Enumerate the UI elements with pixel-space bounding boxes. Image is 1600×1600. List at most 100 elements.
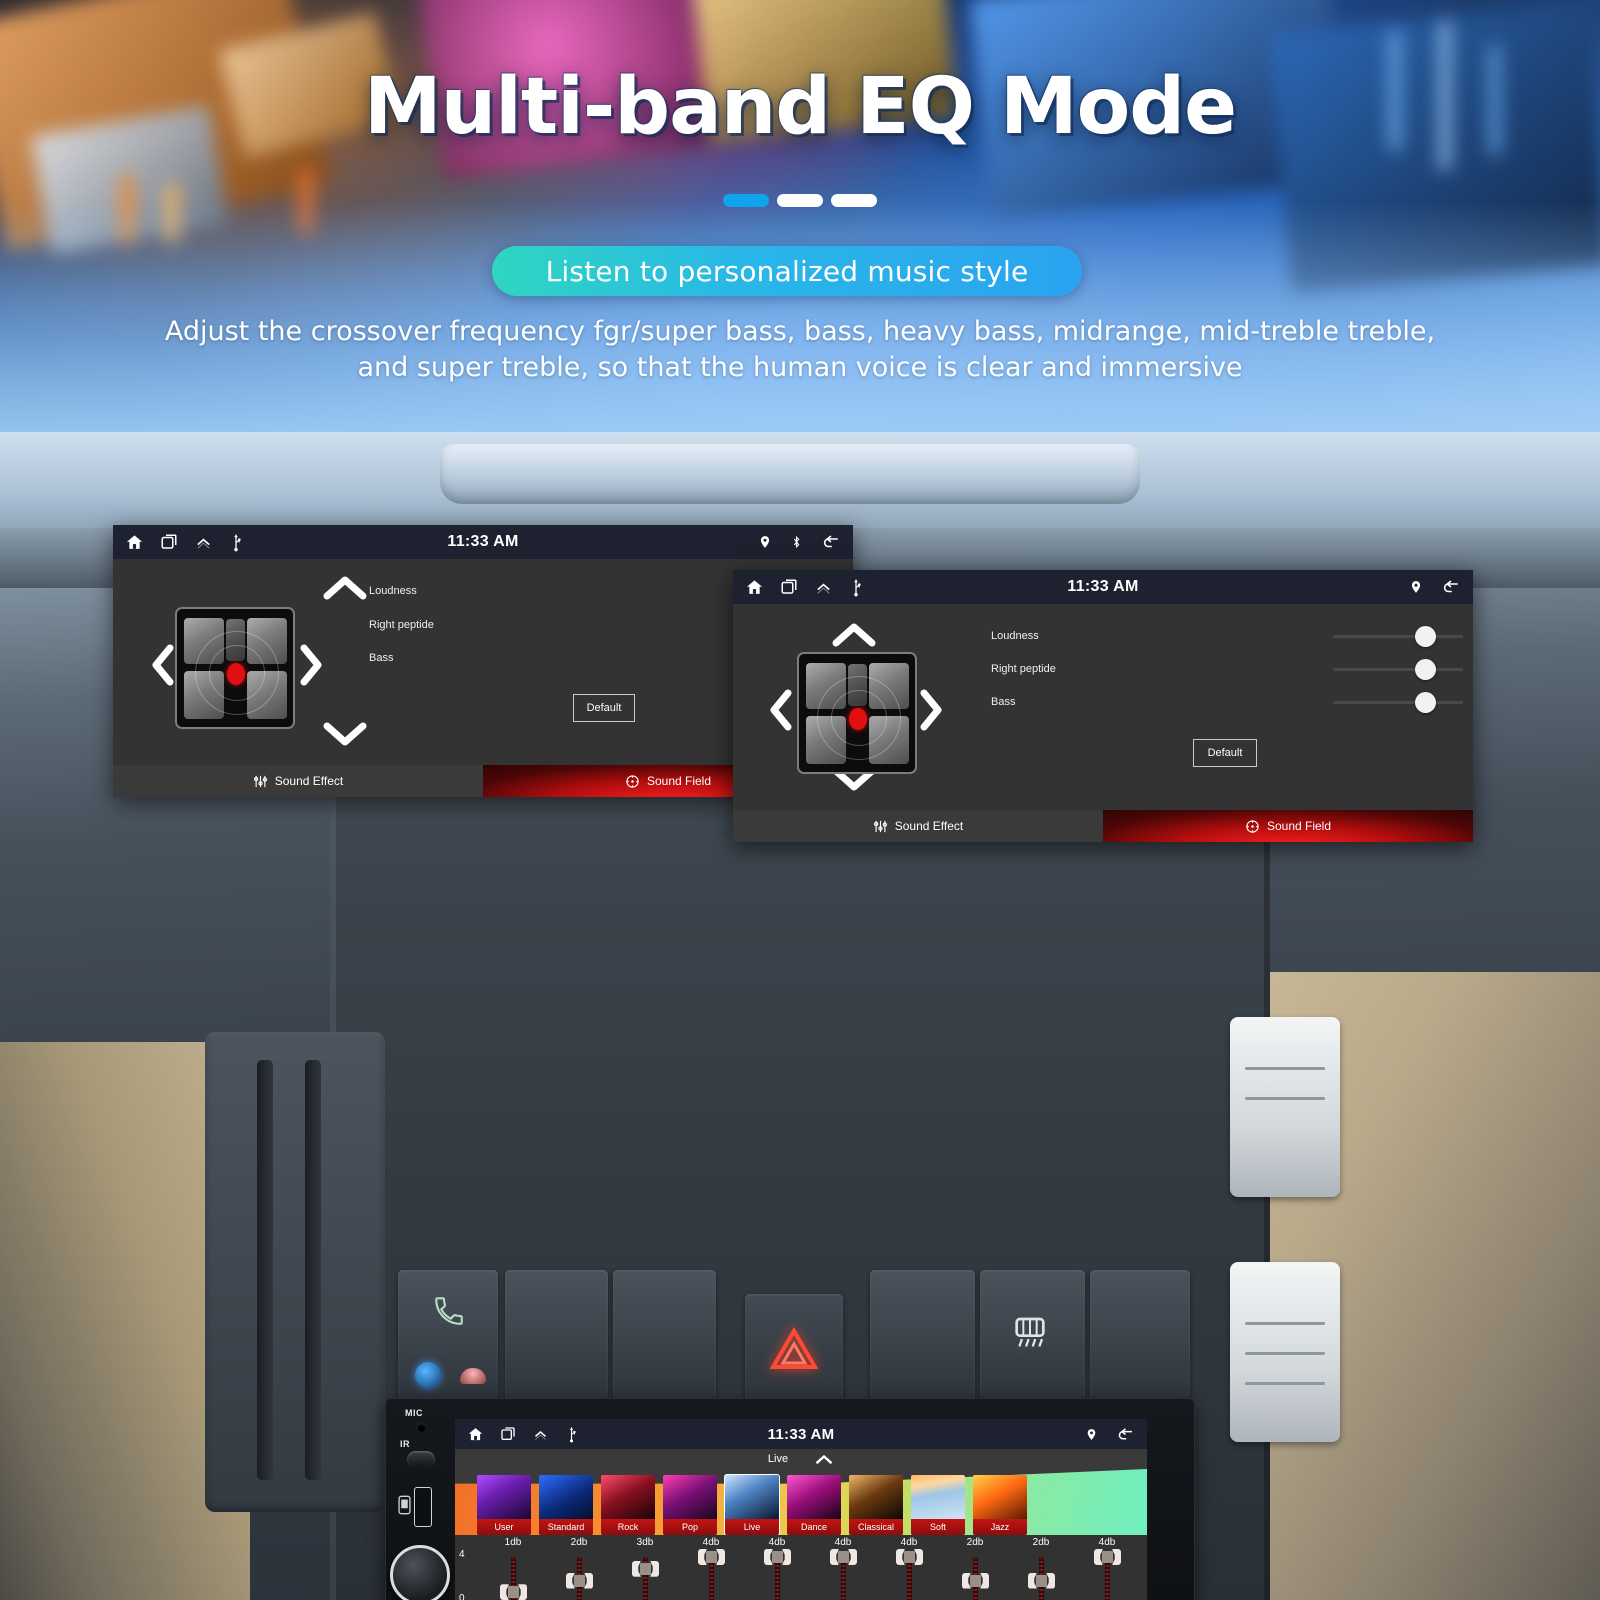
banner-description: Adjust the crossover frequency fgr/super… [150, 314, 1450, 386]
eq-preset-label: User [477, 1519, 531, 1535]
back-arrow-icon[interactable] [1441, 578, 1461, 596]
slider-knob-bass[interactable] [1415, 692, 1436, 713]
eq-band-60[interactable]: 1db [480, 1535, 546, 1600]
eq-preset-thumbnail [539, 1475, 593, 1519]
eq-preset-strip[interactable]: User Standard Rock Pop Live Dance Classical Sof… [455, 1469, 1147, 1535]
dash-button-blank-1[interactable] [505, 1270, 608, 1400]
hazard-lights-button[interactable] [745, 1294, 843, 1404]
volume-knob[interactable] [390, 1545, 450, 1600]
slider-knob-loudness[interactable] [1415, 626, 1436, 647]
status-bar-right-icons[interactable] [1085, 1426, 1135, 1443]
sound-field-up-arrow[interactable] [320, 571, 370, 605]
dash-center-vent [440, 444, 1140, 504]
eq-band-handle[interactable] [1028, 1572, 1055, 1589]
back-arrow-icon[interactable] [821, 533, 841, 551]
eq-preset-soft[interactable]: Soft [911, 1475, 965, 1535]
eq-band-handle[interactable] [698, 1549, 725, 1565]
eq-preset-dance[interactable]: Dance [787, 1475, 841, 1535]
sound-field-right-arrow[interactable] [915, 688, 947, 732]
eq-preset-label: Pop [663, 1519, 717, 1535]
location-pin-icon[interactable] [1409, 578, 1423, 596]
sound-field-down-arrow[interactable] [320, 717, 370, 751]
listening-position-marker[interactable] [849, 708, 867, 730]
eq-band-value: 2db [966, 1537, 984, 1548]
mic-hole [417, 1423, 426, 1432]
eq-band-handle[interactable] [566, 1572, 593, 1589]
eq-preset-user[interactable]: User [477, 1475, 531, 1535]
cabin-seat-map[interactable] [175, 607, 295, 729]
tab-sound-field-label: Sound Field [1266, 819, 1332, 833]
tab-sound-effect-label: Sound Effect [894, 819, 964, 833]
eq-preset-pop[interactable]: Pop [663, 1475, 717, 1535]
eq-preset-bar[interactable]: Live [455, 1449, 1147, 1469]
eq-band-16k[interactable]: 2db [1008, 1535, 1074, 1600]
carousel-dot-1[interactable] [723, 194, 769, 207]
eq-band-handle[interactable] [764, 1549, 791, 1565]
sound-field-right-arrow[interactable] [295, 643, 327, 687]
sf-row-right-peptide: Right peptide [991, 663, 1056, 675]
back-arrow-icon[interactable] [1116, 1426, 1135, 1443]
location-pin-icon[interactable] [1085, 1426, 1098, 1443]
sd-card-slot[interactable] [414, 1487, 432, 1527]
sf-row-right-peptide: Right peptide [369, 619, 434, 631]
status-bar-right-icons[interactable] [758, 533, 841, 551]
door-switch-right-2[interactable] [1230, 1262, 1340, 1442]
carousel-indicator[interactable] [0, 194, 1600, 207]
default-button[interactable]: Default [1193, 739, 1257, 767]
eq-band-handle[interactable] [830, 1549, 857, 1565]
eq-band-11k[interactable]: 4db [810, 1535, 876, 1600]
sound-field-up-arrow[interactable] [829, 618, 879, 652]
default-button[interactable]: Default [573, 694, 635, 722]
eq-band-910[interactable]: 3db [612, 1535, 678, 1600]
eq-band-19.9k[interactable]: 4db [1074, 1535, 1140, 1600]
slider-track-right-peptide[interactable] [1333, 668, 1463, 671]
eq-screen[interactable]: 11:33 AM Live User Standard Rock Pop Live Dan… [455, 1419, 1147, 1600]
dash-button-blank-3[interactable] [870, 1270, 975, 1400]
location-pin-icon[interactable] [758, 533, 772, 551]
eq-preset-label: Rock [601, 1519, 655, 1535]
promo-banner: Multi-band EQ Mode Listen to personalize… [0, 0, 1600, 432]
door-switch-right-1[interactable] [1230, 1017, 1340, 1197]
eq-slider-panel[interactable]: 4 0 -4 1db2db3db4db4db4db4db2db2db4db [455, 1535, 1147, 1600]
page-title: Multi-band EQ Mode [364, 62, 1237, 152]
eq-band-handle[interactable] [632, 1560, 659, 1577]
bluetooth-icon[interactable] [790, 533, 803, 551]
slider-track-bass[interactable] [1333, 701, 1463, 704]
tab-sound-effect[interactable]: Sound Effect [733, 810, 1103, 842]
eq-preset-label: Dance [787, 1519, 841, 1535]
status-bar-right-icons[interactable] [1409, 578, 1461, 596]
sound-field-left-arrow[interactable] [765, 688, 797, 732]
tagline-text: Listen to personalized music style [545, 254, 1029, 288]
eq-band-3.6k[interactable]: 4db [678, 1535, 744, 1600]
tab-sound-effect[interactable]: Sound Effect [113, 765, 483, 797]
eq-band-230[interactable]: 2db [546, 1535, 612, 1600]
eq-band-handle[interactable] [962, 1572, 989, 1589]
eq-band-handle[interactable] [896, 1549, 923, 1565]
eq-preset-live[interactable]: Live [724, 1474, 780, 1535]
sound-field-body-2[interactable]: Loudness Right peptide Bass Default [733, 604, 1473, 810]
eq-preset-thumbnail [911, 1475, 965, 1519]
eq-band-5k[interactable]: 4db [744, 1535, 810, 1600]
sound-field-screen-2[interactable]: 11:33 AM Loudness Right peptide Bass Def… [733, 570, 1473, 842]
listening-position-marker[interactable] [227, 663, 245, 685]
slider-knob-right-peptide[interactable] [1415, 659, 1436, 680]
dash-button-blank-2[interactable] [613, 1270, 716, 1400]
carousel-dot-3[interactable] [831, 194, 877, 207]
sound-tab-bar-2[interactable]: Sound Effect Sound Field [733, 810, 1473, 842]
eq-preset-classical[interactable]: Classical [849, 1475, 903, 1535]
eq-preset-rock[interactable]: Rock [601, 1475, 655, 1535]
carousel-dot-2[interactable] [777, 194, 823, 207]
slider-track-loudness[interactable] [1333, 635, 1463, 638]
eq-band-13k[interactable]: 4db [876, 1535, 942, 1600]
cabin-seat-map[interactable] [797, 652, 917, 774]
dash-button-blank-4[interactable] [1090, 1270, 1190, 1400]
eq-preset-label: Soft [911, 1519, 965, 1535]
eq-band-14k[interactable]: 2db [942, 1535, 1008, 1600]
eq-preset-jazz[interactable]: Jazz [973, 1475, 1027, 1535]
eq-preset-standard[interactable]: Standard [539, 1475, 593, 1535]
chevron-up-icon[interactable] [814, 1453, 834, 1465]
tab-sound-field[interactable]: Sound Field [1103, 810, 1473, 842]
tab-sound-effect-label: Sound Effect [274, 774, 344, 788]
eq-band-handle[interactable] [500, 1584, 527, 1600]
eq-band-handle[interactable] [1094, 1549, 1121, 1565]
